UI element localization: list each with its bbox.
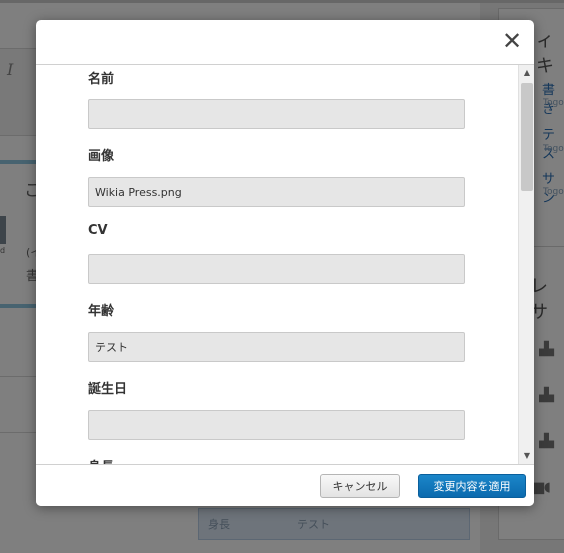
image-input[interactable] [88, 177, 465, 207]
cancel-button[interactable]: キャンセル [320, 474, 400, 498]
age-input[interactable] [88, 332, 465, 362]
field-label-image: 画像 [88, 149, 115, 164]
field-label-height: 身長 [88, 456, 114, 464]
dialog-header: ✕ [36, 20, 534, 65]
field-label-cv: CV [88, 223, 108, 238]
close-icon[interactable]: ✕ [500, 29, 524, 54]
infobox-edit-dialog: ✕ 名前 画像 CV 年齢 誕生日 身長 ▲ ▼ キャンセル 変更内容を適用 [36, 20, 534, 506]
dialog-scrollbar[interactable]: ▲ ▼ [518, 65, 534, 464]
scroll-up-icon[interactable]: ▲ [519, 65, 534, 81]
name-input[interactable] [88, 99, 465, 129]
cv-input[interactable] [88, 254, 465, 284]
dialog-footer: キャンセル 変更内容を適用 [36, 464, 534, 506]
birthday-input[interactable] [88, 410, 465, 440]
dialog-body: 名前 画像 CV 年齢 誕生日 身長 [36, 65, 518, 464]
apply-changes-button[interactable]: 変更内容を適用 [418, 474, 526, 498]
scroll-thumb[interactable] [521, 83, 533, 191]
scroll-down-icon[interactable]: ▼ [519, 448, 534, 464]
field-label-name: 名前 [88, 72, 115, 87]
field-label-age: 年齢 [88, 304, 115, 319]
field-label-birthday: 誕生日 [88, 382, 128, 397]
